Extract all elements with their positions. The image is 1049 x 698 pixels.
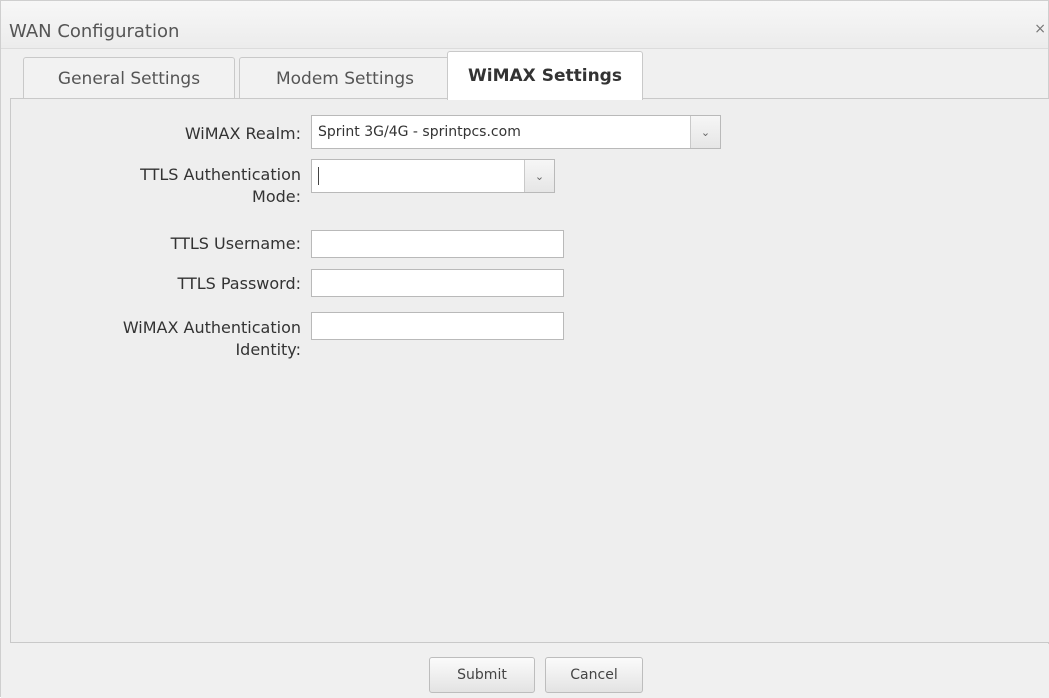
wimax-auth-identity-input[interactable] bbox=[311, 312, 564, 340]
wimax-auth-identity-label: WiMAX Authentication Identity: bbox=[51, 317, 301, 361]
dialog-titlebar: WAN Configuration × bbox=[1, 1, 1048, 49]
wimax-settings-panel: WiMAX Realm: Sprint 3G/4G - sprintpcs.co… bbox=[10, 98, 1049, 643]
dialog-footer: Submit Cancel bbox=[1, 644, 1049, 698]
tab-general-settings[interactable]: General Settings bbox=[23, 57, 235, 99]
cancel-button[interactable]: Cancel bbox=[545, 657, 643, 693]
ttls-password-label: TTLS Password: bbox=[177, 274, 301, 293]
ttls-password-input[interactable] bbox=[311, 269, 564, 297]
ttls-auth-mode-select[interactable]: ⌄ bbox=[311, 159, 555, 193]
wimax-auth-identity-label-line1: WiMAX Authentication bbox=[122, 318, 301, 337]
ttls-auth-mode-label-line1: TTLS Authentication bbox=[140, 165, 301, 184]
wan-configuration-dialog: WAN Configuration × General Settings Mod… bbox=[0, 0, 1049, 698]
close-icon[interactable]: × bbox=[1034, 21, 1046, 37]
submit-button[interactable]: Submit bbox=[429, 657, 535, 693]
ttls-auth-mode-label: TTLS Authentication Mode: bbox=[51, 164, 301, 208]
ttls-username-input[interactable] bbox=[311, 230, 564, 258]
tab-modem-settings[interactable]: Modem Settings bbox=[239, 57, 451, 99]
wimax-realm-value: Sprint 3G/4G - sprintpcs.com bbox=[318, 124, 521, 140]
dialog-title: WAN Configuration bbox=[9, 21, 180, 42]
wimax-auth-identity-label-line2: Identity: bbox=[235, 340, 301, 359]
ttls-auth-mode-label-line2: Mode: bbox=[252, 187, 301, 206]
tab-wimax-settings[interactable]: WiMAX Settings bbox=[447, 51, 643, 100]
wimax-realm-label: WiMAX Realm: bbox=[184, 124, 301, 143]
text-cursor bbox=[318, 167, 319, 185]
chevron-down-icon[interactable]: ⌄ bbox=[690, 116, 720, 148]
chevron-down-icon[interactable]: ⌄ bbox=[524, 160, 554, 192]
wimax-realm-select[interactable]: Sprint 3G/4G - sprintpcs.com ⌄ bbox=[311, 115, 721, 149]
ttls-username-label: TTLS Username: bbox=[170, 234, 301, 253]
